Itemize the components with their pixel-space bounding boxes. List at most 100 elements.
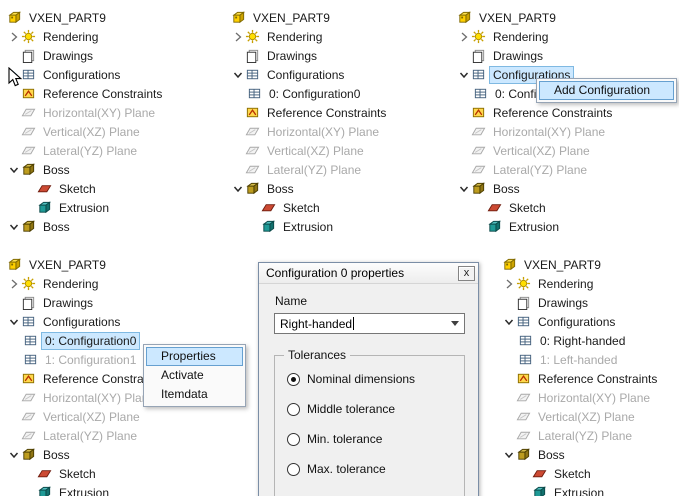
tree-item-label: Vertical(XZ) Plane bbox=[40, 124, 143, 140]
tree-item-vertical-xz-plane[interactable]: Vertical(XZ) Plane bbox=[5, 407, 165, 426]
tree-item-reference-constraints[interactable]: Reference Constraints bbox=[5, 84, 165, 103]
tree-item-horizontal-xy-plane[interactable]: Horizontal(XY) Plane bbox=[500, 388, 660, 407]
menu-item-activate[interactable]: Activate bbox=[146, 366, 243, 385]
tree-item-horizontal-xy-plane[interactable]: Horizontal(XY) Plane bbox=[455, 122, 615, 141]
tree-item-rendering[interactable]: Rendering bbox=[5, 27, 165, 46]
chevron-expanded-icon[interactable] bbox=[457, 68, 471, 82]
tree-item-horizontal-xy-plane[interactable]: Horizontal(XY) Plane bbox=[5, 388, 165, 407]
tree-item-configurations[interactable]: Configurations bbox=[5, 312, 165, 331]
tree-item-lateral-yz-plane[interactable]: Lateral(YZ) Plane bbox=[500, 426, 660, 445]
tree-item-vertical-xz-plane[interactable]: Vertical(XZ) Plane bbox=[455, 141, 615, 160]
radio-nominal-dimensions[interactable]: Nominal dimensions bbox=[287, 372, 415, 386]
tree-item-sketch[interactable]: Sketch bbox=[5, 179, 165, 198]
tree-item-reference-constraints[interactable]: Reference Constraints bbox=[229, 103, 389, 122]
extrusion-icon bbox=[532, 485, 547, 496]
tree-item-drawings[interactable]: Drawings bbox=[500, 293, 660, 312]
tree-item-drawings[interactable]: Drawings bbox=[455, 46, 615, 65]
chevron-collapsed-icon[interactable] bbox=[502, 277, 516, 291]
chevron-collapsed-icon[interactable] bbox=[457, 30, 471, 44]
sketch-icon bbox=[261, 200, 276, 215]
tree-item-vxen-part9[interactable]: VXEN_PART9 bbox=[5, 8, 165, 27]
tree-item-0-configuration0[interactable]: 0: Configuration0 bbox=[5, 331, 165, 350]
tree-item-reference-constraints[interactable]: Reference Constraints bbox=[455, 103, 615, 122]
rendering-icon bbox=[21, 29, 36, 44]
tree-item-label: Rendering bbox=[490, 29, 551, 45]
tree-item-rendering[interactable]: Rendering bbox=[229, 27, 389, 46]
tree-item-extrusion[interactable]: Extrusion bbox=[5, 483, 165, 496]
tree-item-vertical-xz-plane[interactable]: Vertical(XZ) Plane bbox=[5, 122, 165, 141]
tree-item-reference-constraints[interactable]: Reference Constraints bbox=[500, 369, 660, 388]
tree-item-rendering[interactable]: Rendering bbox=[500, 274, 660, 293]
tree-item-horizontal-xy-plane[interactable]: Horizontal(XY) Plane bbox=[229, 122, 389, 141]
tree-item-boss[interactable]: Boss bbox=[500, 445, 660, 464]
chevron-collapsed-icon[interactable] bbox=[7, 30, 21, 44]
tree-item-sketch[interactable]: Sketch bbox=[455, 198, 615, 217]
tree-item-boss[interactable]: Boss bbox=[5, 160, 165, 179]
tree-item-horizontal-xy-plane[interactable]: Horizontal(XY) Plane bbox=[5, 103, 165, 122]
tree-item-lateral-yz-plane[interactable]: Lateral(YZ) Plane bbox=[5, 426, 165, 445]
tree-item-1-configuration1[interactable]: 1: Configuration1 bbox=[5, 350, 165, 369]
tree-item-lateral-yz-plane[interactable]: Lateral(YZ) Plane bbox=[455, 160, 615, 179]
tree-item-configurations[interactable]: Configurations bbox=[229, 65, 389, 84]
tree-item-vxen-part9[interactable]: VXEN_PART9 bbox=[500, 255, 660, 274]
tree-item-boss[interactable]: Boss bbox=[229, 179, 389, 198]
tree-item-vxen-part9[interactable]: VXEN_PART9 bbox=[455, 8, 615, 27]
tree-item-lateral-yz-plane[interactable]: Lateral(YZ) Plane bbox=[229, 160, 389, 179]
tree-item-boss[interactable]: Boss bbox=[455, 179, 615, 198]
chevron-collapsed-icon[interactable] bbox=[231, 30, 245, 44]
tree-item-configurations[interactable]: Configurations bbox=[500, 312, 660, 331]
tree-item-drawings[interactable]: Drawings bbox=[5, 46, 165, 65]
tree-item-label: Boss bbox=[40, 219, 73, 235]
tree-item-rendering[interactable]: Rendering bbox=[5, 274, 165, 293]
combo-dropdown-button[interactable] bbox=[446, 314, 464, 333]
name-combobox[interactable]: Right-handed bbox=[274, 313, 465, 334]
chevron-collapsed-icon[interactable] bbox=[7, 277, 21, 291]
configurations-icon bbox=[518, 333, 533, 348]
tree-item-extrusion[interactable]: Extrusion bbox=[229, 217, 389, 236]
configurations-icon bbox=[473, 86, 488, 101]
tree-item-extrusion[interactable]: Extrusion bbox=[500, 483, 660, 496]
tree-item-0-right-handed[interactable]: 0: Right-handed bbox=[500, 331, 660, 350]
radio-min-tolerance[interactable]: Min. tolerance bbox=[287, 432, 382, 446]
tree-item-extrusion[interactable]: Extrusion bbox=[455, 217, 615, 236]
tree-item-label: Vertical(XZ) Plane bbox=[490, 143, 593, 159]
tree-item-1-left-handed[interactable]: 1: Left-handed bbox=[500, 350, 660, 369]
tree-item-sketch[interactable]: Sketch bbox=[5, 464, 165, 483]
tree-item-sketch[interactable]: Sketch bbox=[500, 464, 660, 483]
tree-item-drawings[interactable]: Drawings bbox=[229, 46, 389, 65]
tree-item-vxen-part9[interactable]: VXEN_PART9 bbox=[229, 8, 389, 27]
radio-middle-tolerance[interactable]: Middle tolerance bbox=[287, 402, 395, 416]
menu-item-itemdata[interactable]: Itemdata bbox=[146, 385, 243, 404]
tree-item-reference-constraints[interactable]: Reference Constraints bbox=[5, 369, 165, 388]
tree-item-vxen-part9[interactable]: VXEN_PART9 bbox=[5, 255, 165, 274]
chevron-expanded-icon[interactable] bbox=[502, 448, 516, 462]
chevron-expanded-icon[interactable] bbox=[7, 315, 21, 329]
tree-item-vertical-xz-plane[interactable]: Vertical(XZ) Plane bbox=[229, 141, 389, 160]
tree-item-boss[interactable]: Boss bbox=[5, 445, 165, 464]
tree-item-0-configuration0[interactable]: 0: Configuration0 bbox=[229, 84, 389, 103]
dialog-titlebar[interactable]: Configuration 0 properties x bbox=[259, 263, 478, 284]
menu-item-add-configuration[interactable]: Add Configuration bbox=[539, 81, 674, 100]
chevron-slot bbox=[7, 106, 21, 120]
radio-max-tolerance[interactable]: Max. tolerance bbox=[287, 462, 386, 476]
tree-item-configurations[interactable]: Configurations bbox=[5, 65, 165, 84]
close-icon[interactable]: x bbox=[458, 266, 475, 281]
tree-item-rendering[interactable]: Rendering bbox=[455, 27, 615, 46]
chevron-expanded-icon[interactable] bbox=[231, 182, 245, 196]
feature-tree-step5: VXEN_PART9RenderingDrawingsConfiguration… bbox=[500, 255, 660, 496]
menu-item-properties[interactable]: Properties bbox=[146, 347, 243, 366]
tree-item-boss[interactable]: Boss bbox=[5, 217, 165, 236]
chevron-expanded-icon[interactable] bbox=[7, 448, 21, 462]
tree-item-extrusion[interactable]: Extrusion bbox=[5, 198, 165, 217]
radio-selected-icon bbox=[287, 373, 300, 386]
tree-item-sketch[interactable]: Sketch bbox=[229, 198, 389, 217]
tree-item-vertical-xz-plane[interactable]: Vertical(XZ) Plane bbox=[500, 407, 660, 426]
radio-label: Max. tolerance bbox=[307, 462, 386, 476]
chevron-expanded-icon[interactable] bbox=[457, 182, 471, 196]
chevron-expanded-icon[interactable] bbox=[231, 68, 245, 82]
chevron-expanded-icon[interactable] bbox=[7, 220, 21, 234]
tree-item-drawings[interactable]: Drawings bbox=[5, 293, 165, 312]
chevron-expanded-icon[interactable] bbox=[502, 315, 516, 329]
chevron-expanded-icon[interactable] bbox=[7, 163, 21, 177]
tree-item-lateral-yz-plane[interactable]: Lateral(YZ) Plane bbox=[5, 141, 165, 160]
